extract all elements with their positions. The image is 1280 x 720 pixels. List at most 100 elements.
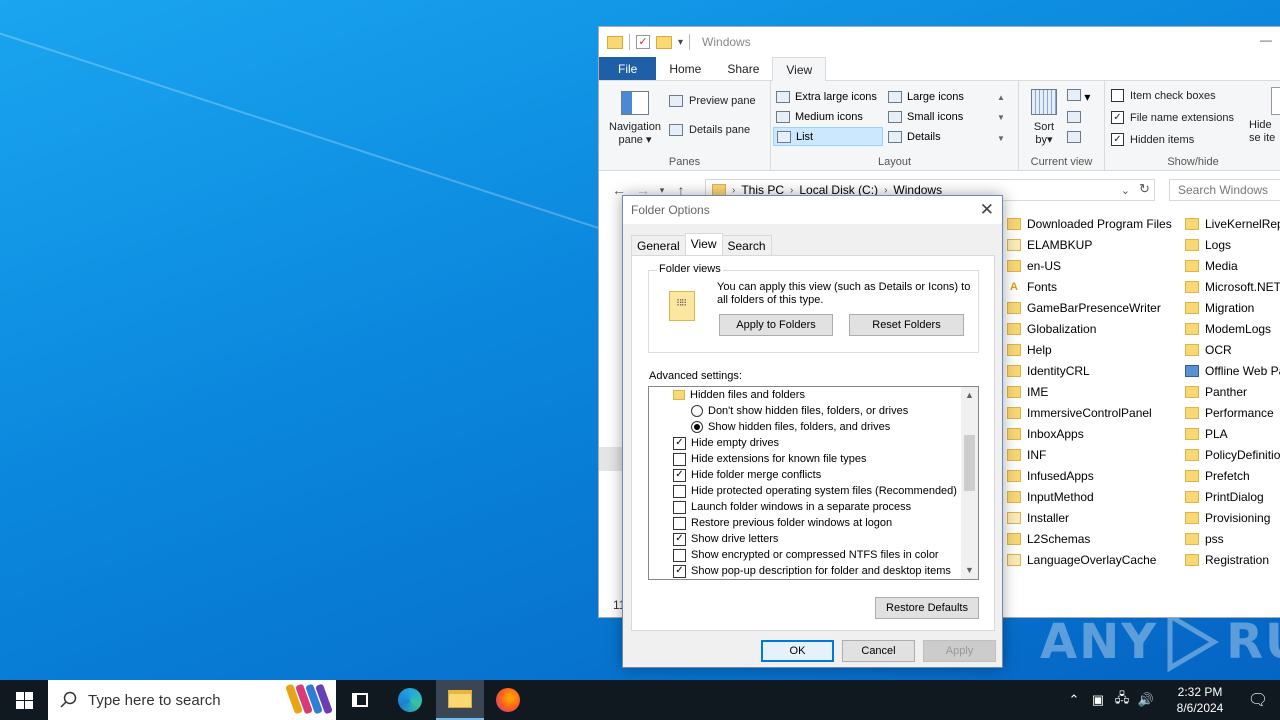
device-icon[interactable]: ▣ (1086, 692, 1110, 708)
quick-access-dropdown-icon[interactable]: ▾ (678, 37, 683, 48)
search-input[interactable]: Search Windows (1169, 179, 1280, 201)
radio-button[interactable] (691, 421, 703, 433)
list-item[interactable]: ✓ Hide empty drives (649, 435, 961, 451)
list-item[interactable]: LanguageOverlayCache (1007, 549, 1172, 570)
checkbox[interactable] (673, 516, 686, 530)
taskbar-search-box[interactable]: Type here to search (48, 680, 336, 720)
nav-pane-scroll[interactable] (599, 447, 623, 471)
checkbox[interactable] (673, 548, 686, 562)
list-item[interactable]: Restore previous folder windows at logon (649, 515, 961, 531)
list-item[interactable]: ModemLogs (1185, 318, 1280, 339)
scroll-up-icon[interactable]: ▲ (997, 93, 1005, 102)
list-item[interactable]: InputMethod (1007, 486, 1172, 507)
list-item[interactable]: INF (1007, 444, 1172, 465)
chevron-down-icon[interactable]: ⌄ (1121, 184, 1130, 197)
list-item[interactable]: InfusedApps (1007, 465, 1172, 486)
list-item[interactable]: Offline Web Pa (1185, 360, 1280, 381)
checkbox[interactable]: ✓ (1111, 111, 1124, 124)
layout-small-icons[interactable]: Small icons (885, 107, 993, 126)
scroll-down-icon[interactable]: ▼ (997, 113, 1005, 122)
list-item[interactable]: PolicyDefinitio (1185, 444, 1280, 465)
reset-folders-button[interactable]: Reset Folders (849, 314, 964, 336)
layout-gallery-scroll[interactable]: ▲ ▼ ▼ (995, 87, 1007, 149)
checkbox[interactable]: ✓ (673, 532, 686, 546)
apply-button[interactable]: Apply (923, 640, 996, 662)
list-item[interactable]: Provisioning (1185, 507, 1280, 528)
checkbox[interactable]: ✓ (673, 564, 686, 578)
list-item[interactable]: ✓ Show pop-up description for folder and … (649, 563, 961, 579)
item-check-boxes-toggle[interactable]: Item check boxes (1111, 89, 1216, 102)
apply-to-folders-button[interactable]: Apply to Folders (719, 314, 833, 336)
list-item[interactable]: Installer (1007, 507, 1172, 528)
checkbox[interactable]: ✓ (1111, 133, 1124, 146)
tab-search[interactable]: Search (721, 235, 772, 255)
tab-general[interactable]: General (631, 235, 686, 255)
list-item[interactable]: ELAMBKUP (1007, 234, 1172, 255)
details-pane-button[interactable]: Details pane (669, 124, 750, 136)
list-item[interactable]: ✓ Hide folder merge conflicts (649, 467, 961, 483)
chevron-up-icon[interactable]: ⌃ (1062, 692, 1086, 708)
preview-pane-button[interactable]: Preview pane (669, 95, 756, 107)
advanced-settings-list[interactable]: Hidden files and folders Don't show hidd… (648, 386, 979, 580)
tab-home[interactable]: Home (656, 57, 714, 80)
list-item[interactable]: L2Schemas (1007, 528, 1172, 549)
properties-icon[interactable]: ✓ (636, 35, 650, 49)
list-item[interactable]: Performance (1185, 402, 1280, 423)
list-item[interactable]: Launch folder windows in a separate proc… (649, 499, 961, 515)
layout-medium-icons[interactable]: Medium icons (773, 107, 883, 126)
add-columns-icon[interactable] (1067, 111, 1081, 126)
size-columns-icon[interactable] (1067, 131, 1081, 146)
network-icon[interactable]: 🖧 (1110, 689, 1134, 711)
close-icon[interactable]: ✕ (980, 200, 994, 220)
list-item[interactable]: Registration (1185, 549, 1280, 570)
scroll-up-icon[interactable]: ▲ (961, 387, 978, 404)
layout-large-icons[interactable]: Large icons (885, 87, 993, 106)
list-item[interactable]: Media (1185, 255, 1280, 276)
volume-icon[interactable]: 🔊 (1134, 692, 1158, 708)
clock[interactable]: 2:32 PM 8/6/2024 (1164, 684, 1236, 716)
list-item[interactable]: Help (1007, 339, 1172, 360)
list-item[interactable]: Downloaded Program Files (1007, 213, 1172, 234)
new-folder-icon[interactable] (656, 35, 672, 49)
list-item[interactable]: pss (1185, 528, 1280, 549)
notification-icon[interactable]: 🗨 (1236, 690, 1280, 710)
tab-file[interactable]: File (599, 57, 657, 80)
minimize-icon[interactable]: — (1260, 33, 1272, 47)
radio-button[interactable] (691, 405, 703, 417)
recent-locations-icon[interactable]: ▾ (655, 185, 669, 196)
list-item[interactable]: GameBarPresenceWriter (1007, 297, 1172, 318)
checkbox[interactable]: ✓ (673, 468, 686, 482)
list-item[interactable]: Panther (1185, 381, 1280, 402)
file-explorer-taskbar-button[interactable] (436, 680, 484, 720)
list-item[interactable]: en-US (1007, 255, 1172, 276)
cancel-button[interactable]: Cancel (842, 640, 915, 662)
tab-view[interactable]: View (684, 233, 723, 255)
list-item[interactable]: Show encrypted or compressed NTFS files … (649, 547, 961, 563)
list-item[interactable]: Hide extensions for known file types (649, 451, 961, 467)
file-name-extensions-toggle[interactable]: ✓ File name extensions (1111, 111, 1234, 124)
layout-list[interactable]: List (773, 127, 883, 146)
list-item[interactable]: OCR (1185, 339, 1280, 360)
list-item[interactable]: PLA (1185, 423, 1280, 444)
scroll-thumb[interactable] (964, 435, 975, 491)
navigation-pane-button[interactable]: Navigation pane ▾ (605, 91, 665, 147)
checkbox[interactable]: ✓ (673, 436, 686, 450)
list-item[interactable]: Globalization (1007, 318, 1172, 339)
hidden-items-toggle[interactable]: ✓ Hidden items (1111, 133, 1194, 146)
list-item[interactable]: Don't show hidden files, folders, or dri… (649, 403, 961, 419)
tab-share[interactable]: Share (714, 57, 772, 80)
list-item[interactable]: Microsoft.NET (1185, 276, 1280, 297)
list-item[interactable]: IME (1007, 381, 1172, 402)
firefox-taskbar-button[interactable] (484, 680, 532, 720)
expand-gallery-icon[interactable]: ▼ (997, 134, 1005, 143)
list-item[interactable]: ImmersiveControlPanel (1007, 402, 1172, 423)
list-item[interactable]: Logs (1185, 234, 1280, 255)
list-item[interactable]: IdentityCRL (1007, 360, 1172, 381)
list-item[interactable]: InboxApps (1007, 423, 1172, 444)
list-item[interactable]: PrintDialog (1185, 486, 1280, 507)
checkbox[interactable] (673, 484, 686, 498)
sort-by-button[interactable]: Sort by▾ (1027, 89, 1061, 147)
list-item[interactable]: Show hidden files, folders, and drives (649, 419, 961, 435)
list-item[interactable]: ✓ Show drive letters (649, 531, 961, 547)
edge-taskbar-button[interactable] (386, 680, 434, 720)
